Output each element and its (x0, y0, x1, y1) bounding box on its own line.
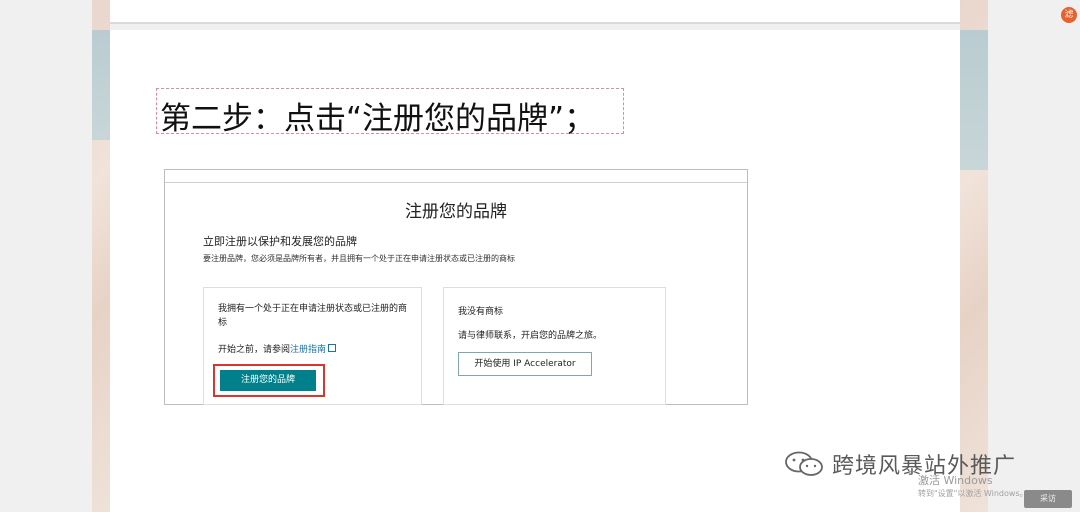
screenshot-top-bar (165, 170, 747, 183)
trademark-owner-text: 我拥有一个处于正在申请注册状态或已注册的商标 (218, 304, 408, 328)
activate-windows-title: 激活 Windows (918, 474, 993, 487)
trademark-owner-card: 我拥有一个处于正在申请注册状态或已注册的商标 开始之前，请参阅注册指南 注册您的… (203, 287, 422, 405)
corner-badge-icon[interactable]: 滤 (1061, 7, 1077, 23)
button-highlight-box: 注册您的品牌 (213, 364, 325, 397)
guide-note: 开始之前，请参阅注册指南 (218, 342, 337, 355)
next-button[interactable]: 采访 (1024, 490, 1072, 508)
embedded-screenshot[interactable]: 注册您的品牌 立即注册以保护和发展您的品牌 要注册品牌，您必须是品牌所有者，并且… (164, 169, 748, 405)
register-brand-title: 注册您的品牌 (405, 202, 507, 222)
left-background-strip (92, 0, 110, 512)
previous-slide[interactable] (110, 0, 960, 24)
slide[interactable]: 第二步：点击“注册您的品牌”； 注册您的品牌 立即注册以保护和发展您的品牌 要注… (110, 30, 960, 512)
no-trademark-description: 请与律师联系，开启您的品牌之旅。 (458, 331, 603, 341)
register-brand-description: 要注册品牌，您必须是品牌所有者，并且拥有一个处于正在申请注册状态或已注册的商标 (203, 254, 515, 263)
external-link-icon (328, 344, 337, 352)
registration-guide-link[interactable]: 注册指南 (290, 345, 326, 355)
heading-textbox[interactable]: 第二步：点击“注册您的品牌”； (156, 88, 624, 137)
no-trademark-card: 我没有商标 请与律师联系，开启您的品牌之旅。 开始使用 IP Accelerat… (443, 287, 666, 405)
slide-heading: 第二步：点击“注册您的品牌”； (160, 101, 596, 137)
no-trademark-title: 我没有商标 (458, 307, 504, 317)
guide-note-prefix: 开始之前，请参阅 (218, 345, 291, 355)
register-brand-subtitle: 立即注册以保护和发展您的品牌 (203, 235, 357, 248)
right-background-strip (960, 0, 988, 512)
activate-windows-hint: 转到"设置"以激活 Windows。 (918, 489, 1028, 498)
register-brand-button[interactable]: 注册您的品牌 (220, 370, 316, 391)
ip-accelerator-button[interactable]: 开始使用 IP Accelerator (458, 352, 592, 376)
wechat-icon (785, 451, 823, 476)
